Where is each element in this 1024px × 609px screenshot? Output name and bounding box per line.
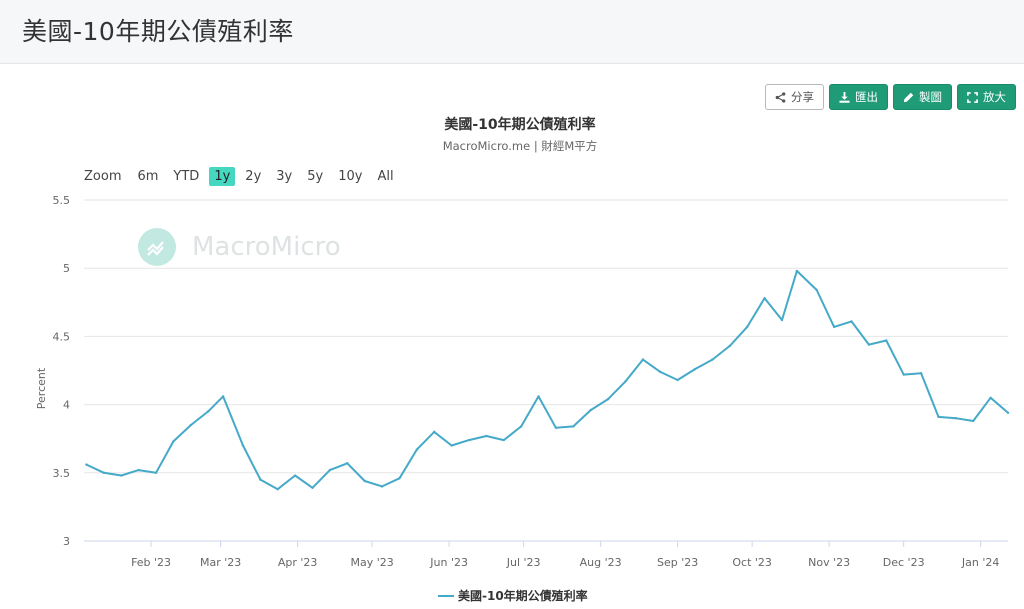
series-line xyxy=(85,269,1009,491)
data-point xyxy=(537,395,540,398)
macromicro-logo-icon xyxy=(138,228,176,266)
data-point xyxy=(693,367,697,371)
data-point xyxy=(641,358,645,361)
data-point xyxy=(120,474,123,477)
data-point xyxy=(867,343,871,346)
data-point xyxy=(450,444,453,447)
data-point xyxy=(589,408,592,412)
data-point xyxy=(606,397,610,401)
y-axis-title: Percent xyxy=(35,367,48,409)
data-point xyxy=(415,448,419,451)
chart-svg: 3 3.5 4 4.5 5 5.5 Feb '23 Mar '23 Apr '23 May '23… xyxy=(35,194,1010,603)
y-tick-label: 4 xyxy=(63,399,70,412)
data-point xyxy=(554,426,558,429)
data-point xyxy=(728,344,732,348)
data-point xyxy=(795,269,799,273)
x-tick-label: Jul '23 xyxy=(506,556,541,569)
legend-label: 美國-10年期公債殖利率 xyxy=(458,588,588,603)
data-point xyxy=(102,471,106,474)
data-point xyxy=(137,468,140,472)
data-point xyxy=(380,485,384,488)
data-point xyxy=(346,462,349,465)
data-point xyxy=(259,478,262,481)
data-point xyxy=(850,320,853,323)
data-point xyxy=(885,339,888,342)
data-point xyxy=(467,438,471,442)
x-tick-label: Apr '23 xyxy=(278,556,318,569)
data-point xyxy=(572,425,575,428)
data-point xyxy=(519,425,523,428)
data-point xyxy=(919,372,923,375)
data-point xyxy=(624,380,627,383)
x-tick-label: Jun '23 xyxy=(429,556,468,569)
data-point xyxy=(398,477,401,480)
watermark-text: MacroMicro xyxy=(192,232,341,262)
x-tick-label: Oct '23 xyxy=(732,556,772,569)
data-point xyxy=(433,430,436,434)
data-point xyxy=(206,410,210,413)
data-point xyxy=(276,487,279,491)
data-point xyxy=(293,474,297,477)
data-point xyxy=(172,440,175,443)
data-point xyxy=(502,438,505,442)
data-point xyxy=(745,325,749,329)
x-tick-label: Dec '23 xyxy=(883,556,925,569)
data-point xyxy=(221,395,225,398)
data-point xyxy=(154,471,158,474)
data-point xyxy=(363,479,366,483)
y-tick-label: 3.5 xyxy=(53,467,71,480)
y-tick-label: 5 xyxy=(63,262,70,275)
data-point xyxy=(972,419,975,423)
data-point xyxy=(832,325,836,329)
data-point xyxy=(954,417,958,420)
data-point xyxy=(763,297,766,300)
y-tick-label: 3 xyxy=(63,535,70,548)
data-point xyxy=(311,486,314,490)
data-point xyxy=(676,378,679,382)
x-tick-label: May '23 xyxy=(350,556,393,569)
data-point xyxy=(85,463,88,466)
data-point xyxy=(780,318,784,322)
data-point xyxy=(328,468,332,472)
x-tick-label: Nov '23 xyxy=(808,556,850,569)
data-point xyxy=(711,358,714,361)
x-tick-label: Jan '24 xyxy=(961,556,999,569)
data-point xyxy=(485,434,488,438)
data-point xyxy=(902,373,905,376)
x-tick-label: Mar '23 xyxy=(200,556,241,569)
x-tick-label: Sep '23 xyxy=(657,556,698,569)
data-point xyxy=(1006,411,1010,414)
data-point xyxy=(659,370,662,374)
x-tick-label: Feb '23 xyxy=(131,556,171,569)
data-point xyxy=(989,396,992,399)
y-tick-label: 4.5 xyxy=(53,330,71,343)
data-point xyxy=(241,444,245,447)
data-point xyxy=(937,415,940,419)
data-point xyxy=(189,423,193,427)
watermark: MacroMicro xyxy=(138,228,341,266)
x-tick-label: Aug '23 xyxy=(580,556,622,569)
y-tick-label: 5.5 xyxy=(53,194,71,207)
data-point xyxy=(815,288,818,292)
